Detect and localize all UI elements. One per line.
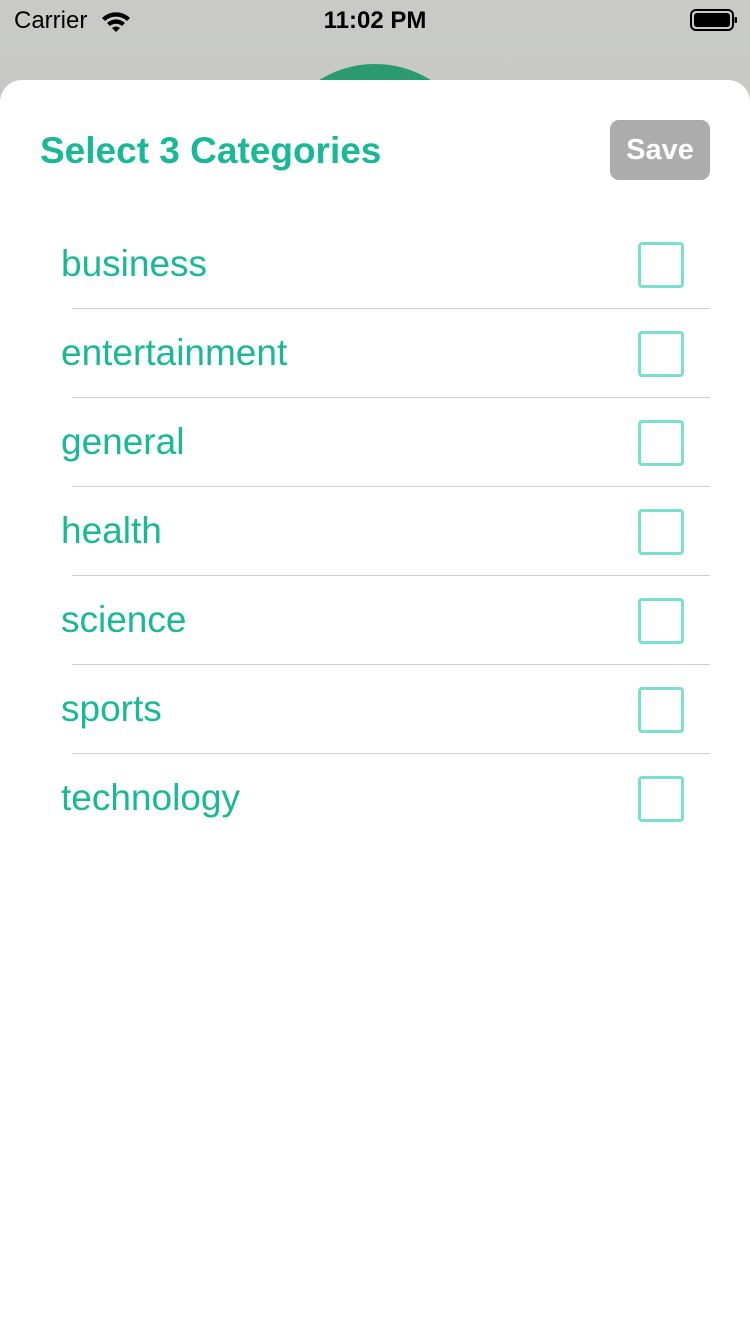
- category-label: general: [61, 421, 185, 462]
- category-row-sports[interactable]: sports: [0, 665, 750, 754]
- category-label: technology: [61, 777, 240, 818]
- category-sheet: Select 3 Categories Save business entert…: [0, 80, 750, 1334]
- checkbox[interactable]: [638, 509, 684, 555]
- checkbox[interactable]: [638, 331, 684, 377]
- status-time: 11:02 PM: [323, 7, 427, 34]
- category-label: entertainment: [61, 332, 288, 373]
- sheet-title: Select 3 Categories: [40, 130, 382, 171]
- category-row-entertainment[interactable]: entertainment: [0, 309, 750, 398]
- category-row-science[interactable]: science: [0, 576, 750, 665]
- category-list: business entertainment general health sc…: [0, 220, 750, 843]
- checkbox[interactable]: [638, 776, 684, 822]
- checkbox[interactable]: [638, 420, 684, 466]
- category-label: science: [61, 599, 187, 640]
- save-button[interactable]: Save: [610, 120, 710, 180]
- checkbox[interactable]: [638, 687, 684, 733]
- category-row-technology[interactable]: technology: [0, 754, 750, 843]
- category-row-health[interactable]: health: [0, 487, 750, 576]
- checkbox[interactable]: [638, 242, 684, 288]
- category-row-general[interactable]: general: [0, 398, 750, 487]
- category-label: health: [61, 510, 162, 551]
- category-row-business[interactable]: business: [0, 220, 750, 309]
- category-label: business: [61, 243, 208, 284]
- battery-icon: [690, 9, 737, 31]
- category-label: sports: [61, 688, 162, 729]
- status-bar: Carrier 11:02 PM: [0, 0, 750, 42]
- checkbox[interactable]: [638, 598, 684, 644]
